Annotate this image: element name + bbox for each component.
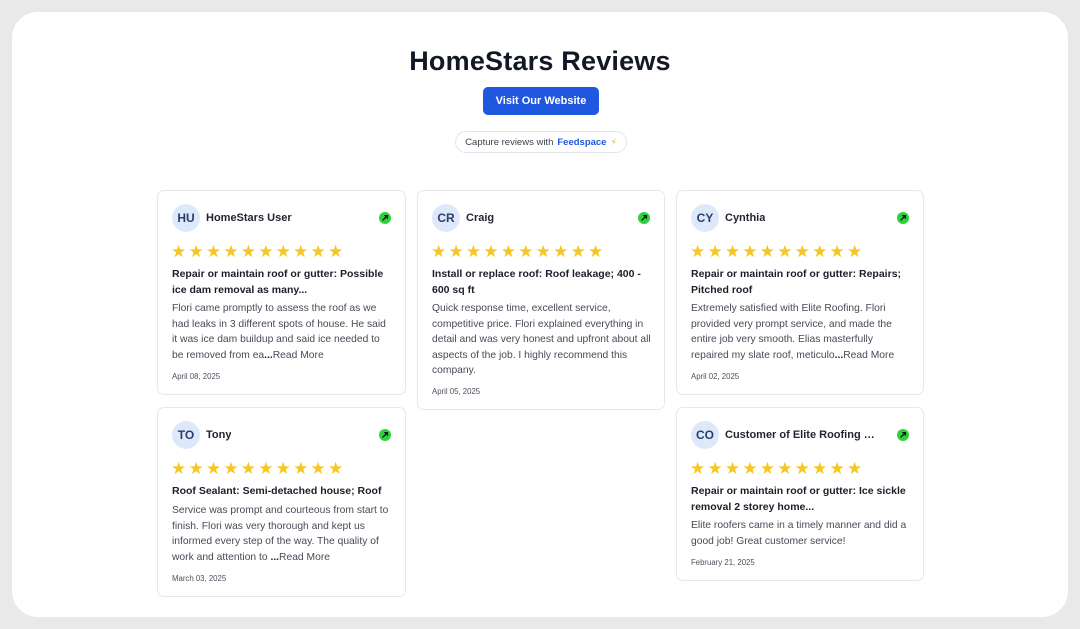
review-header: CY Cynthia [691, 204, 909, 232]
star-rating: ★★★★★★★★★★ [431, 242, 606, 261]
star-rating: ★★★★★★★★★★ [171, 459, 346, 478]
page-title: HomeStars Reviews [409, 46, 671, 76]
review-date: March 03, 2025 [172, 574, 227, 583]
star-rating: ★★★★★★★★★★ [690, 242, 865, 261]
capture-text: Capture reviews with [465, 136, 554, 148]
review-body: Quick response time, excellent service, … [432, 301, 652, 379]
avatar: CO [691, 421, 719, 449]
homestars-source-icon [638, 212, 650, 224]
read-more-link[interactable]: Read More [279, 552, 330, 563]
reviewer-name: Craig [466, 212, 495, 224]
read-more-link[interactable]: Read More [273, 350, 324, 361]
feedspace-link[interactable]: Feedspace [557, 137, 606, 148]
review-text: Quick response time, excellent service, … [432, 303, 651, 376]
avatar: TO [172, 421, 200, 449]
reviewer-name: HomeStars User [206, 212, 292, 224]
ellipsis: ... [834, 349, 844, 361]
review-date: April 02, 2025 [691, 372, 740, 381]
review-header: HU HomeStars User [172, 204, 391, 232]
review-header: CO Customer of Elite Roofing I... [691, 421, 909, 449]
review-text: Elite roofers came in a timely manner an… [691, 520, 907, 547]
review-date: April 08, 2025 [172, 372, 221, 381]
review-title: Repair or maintain roof or gutter: Possi… [172, 268, 384, 296]
review-body: Elite roofers came in a timely manner an… [691, 518, 911, 549]
homestars-source-icon [379, 212, 391, 224]
bolt-icon: ⚡ [610, 136, 617, 147]
review-body: Service was prompt and courteous from st… [172, 503, 393, 565]
avatar: HU [172, 204, 200, 232]
review-header: TO Tony [172, 421, 391, 449]
reviewer-name: Cynthia [725, 212, 766, 224]
review-card[interactable]: TO Tony ★★★★★★★★★★ Roof Sealant: Semi-de… [157, 407, 406, 597]
review-body: Flori came promptly to assess the roof a… [172, 301, 393, 363]
star-rating: ★★★★★★★★★★ [171, 242, 346, 261]
homestars-source-icon [379, 429, 391, 441]
review-card[interactable]: CY Cynthia ★★★★★★★★★★ Repair or maintain… [676, 190, 924, 395]
star-rating: ★★★★★★★★★★ [690, 459, 865, 478]
review-card[interactable]: CR Craig ★★★★★★★★★★ Install or replace r… [417, 190, 665, 410]
review-title: Repair or maintain roof or gutter: Ice s… [691, 485, 906, 513]
reviewer-name: Customer of Elite Roofing I... [725, 429, 875, 441]
review-date: February 21, 2025 [691, 558, 755, 567]
review-card[interactable]: HU HomeStars User ★★★★★★★★★★ Repair or m… [157, 190, 406, 395]
homestars-source-icon [897, 212, 909, 224]
review-title: Roof Sealant: Semi-detached house; Roof [172, 485, 382, 497]
review-title: Install or replace roof: Roof leakage; 4… [432, 268, 641, 296]
ellipsis: ... [267, 551, 280, 563]
review-card[interactable]: CO Customer of Elite Roofing I... ★★★★★★… [676, 407, 924, 581]
review-header: CR Craig [432, 204, 650, 232]
avatar: CR [432, 204, 460, 232]
ellipsis: ... [264, 349, 273, 361]
capture-reviews-badge[interactable]: Capture reviews with Feedspace ⚡ [455, 131, 627, 153]
review-body: Extremely satisfied with Elite Roofing. … [691, 301, 911, 363]
reviewer-name: Tony [206, 429, 232, 441]
read-more-link[interactable]: Read More [843, 350, 894, 361]
visit-website-button[interactable]: Visit Our Website [483, 87, 599, 115]
homestars-source-icon [897, 429, 909, 441]
review-date: April 05, 2025 [432, 387, 481, 396]
review-title: Repair or maintain roof or gutter: Repai… [691, 268, 902, 296]
avatar: CY [691, 204, 719, 232]
widget-frame: HomeStars Reviews Visit Our Website Capt… [12, 12, 1068, 617]
